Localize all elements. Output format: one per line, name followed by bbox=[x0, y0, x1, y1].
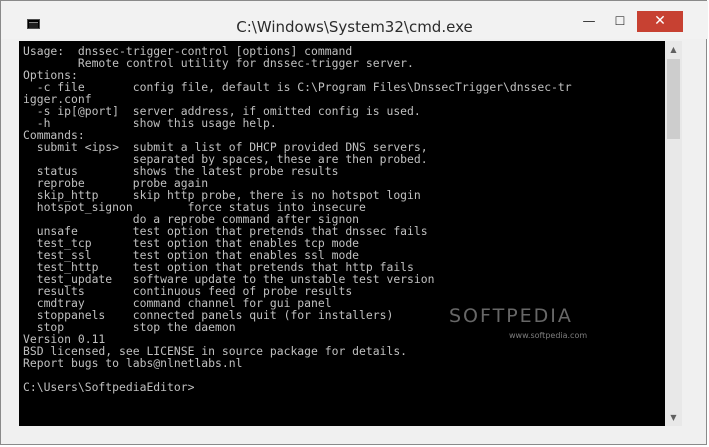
softpedia-watermark-url: www.softpedia.com bbox=[509, 331, 588, 340]
maximize-button[interactable]: ☐ bbox=[606, 11, 634, 32]
cmd-window: C:\Windows\System32\cmd.exe — ☐ ✕ Usage:… bbox=[0, 0, 708, 445]
softpedia-watermark: SOFTPEDIA bbox=[449, 305, 573, 327]
scrollbar-thumb[interactable] bbox=[667, 59, 680, 139]
title-bar[interactable]: C:\Windows\System32\cmd.exe — ☐ ✕ bbox=[1, 1, 708, 39]
console-text: Usage: dnssec-trigger-control [options] … bbox=[23, 44, 572, 394]
vertical-scrollbar[interactable]: ▲ ▼ bbox=[665, 41, 682, 426]
close-button[interactable]: ✕ bbox=[637, 11, 683, 32]
scroll-up-arrow-icon[interactable]: ▲ bbox=[665, 41, 682, 58]
console-output[interactable]: Usage: dnssec-trigger-control [options] … bbox=[19, 41, 665, 426]
scroll-down-arrow-icon[interactable]: ▼ bbox=[665, 409, 682, 426]
minimize-button[interactable]: — bbox=[575, 11, 603, 32]
